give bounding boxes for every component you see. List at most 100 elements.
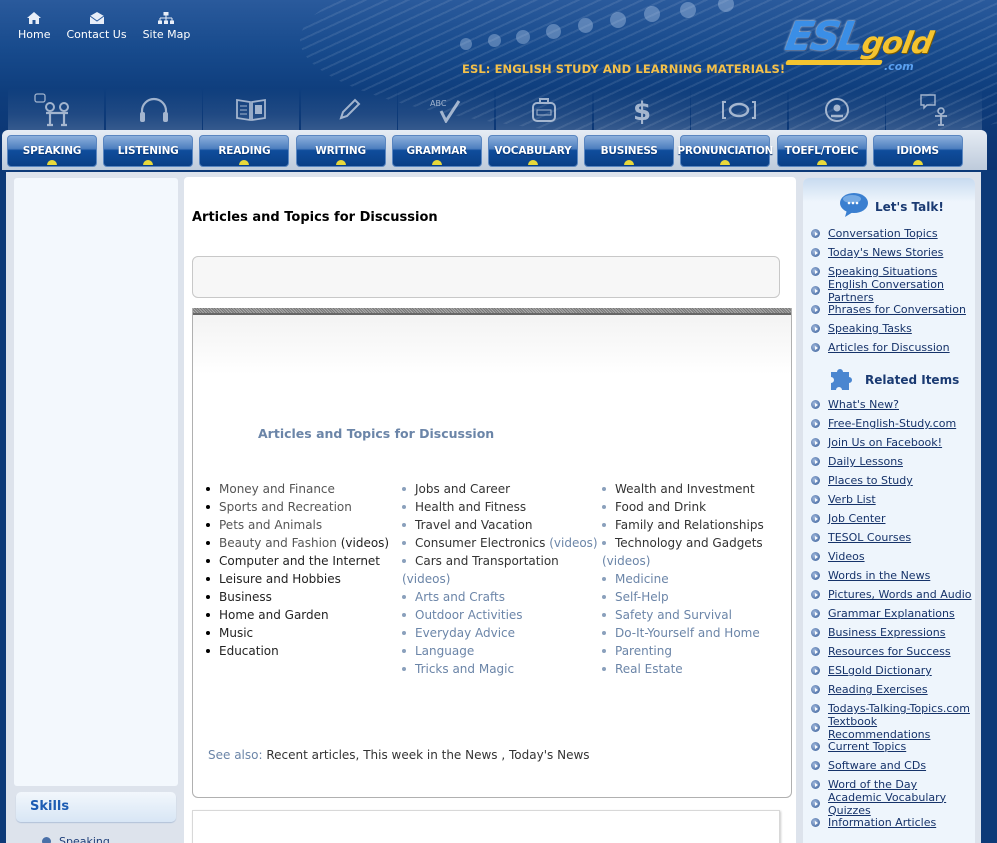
eslgold-logo[interactable]: ESL gold .com	[782, 14, 936, 76]
topic-link[interactable]: Family and Relationships	[615, 518, 764, 532]
skills-item-speaking[interactable]: Speaking	[42, 835, 110, 843]
topic-link[interactable]: Outdoor Activities	[415, 608, 523, 622]
see-also-link-this-week-news[interactable]: This week in the News	[363, 748, 501, 762]
topic-item[interactable]: Music	[206, 624, 389, 642]
nav-pronunciation[interactable]: PRONUNCIATION	[677, 135, 773, 167]
sidebar-link-item[interactable]: Words in the News	[811, 566, 975, 585]
topic-item[interactable]: Real Estate	[602, 660, 764, 678]
topic-link[interactable]: Medicine	[615, 572, 669, 586]
sidebar-link[interactable]: Articles for Discussion	[828, 341, 950, 354]
topic-link[interactable]: (videos)	[602, 554, 650, 568]
topic-link[interactable]: Do-It-Yourself and Home	[615, 626, 760, 640]
sidebar-link[interactable]: What's New?	[828, 398, 899, 411]
topic-item[interactable]: Jobs and Career	[402, 480, 598, 498]
topic-item[interactable]: Health and Fitness	[402, 498, 598, 516]
topic-item[interactable]: Computer and the Internet	[206, 552, 389, 570]
topic-item[interactable]: Do-It-Yourself and Home	[602, 624, 764, 642]
sidebar-link[interactable]: Job Center	[828, 512, 885, 525]
topic-item[interactable]: Wealth and Investment	[602, 480, 764, 498]
topic-link[interactable]: Parenting	[615, 644, 672, 658]
topic-link[interactable]: Cars and Transportation	[415, 554, 559, 568]
sidebar-link[interactable]: Current Topics	[828, 740, 906, 753]
home-link[interactable]: Home	[18, 10, 50, 41]
topic-item[interactable]: Sports and Recreation	[206, 498, 389, 516]
topic-link[interactable]: Business	[219, 590, 272, 604]
sidebar-link-item[interactable]: Videos	[811, 547, 975, 566]
topic-continuation[interactable]: (videos)	[402, 570, 598, 588]
sidebar-link[interactable]: English Conversation Partners	[828, 278, 975, 304]
nav-business[interactable]: BUSINESS	[584, 135, 675, 167]
sidebar-link[interactable]: Academic Vocabulary Quizzes	[828, 791, 975, 817]
sidebar-link-item[interactable]: English Conversation Partners	[811, 278, 975, 304]
topic-item[interactable]: Cars and Transportation	[402, 552, 598, 570]
topic-item[interactable]: Tricks and Magic	[402, 660, 598, 678]
topic-link[interactable]: Music	[219, 626, 253, 640]
topic-link[interactable]: Jobs and Career	[415, 482, 510, 496]
nav-idioms[interactable]: IDIOMS	[872, 135, 963, 167]
topic-link[interactable]: Wealth and Investment	[615, 482, 755, 496]
sidebar-link[interactable]: Software and CDs	[828, 759, 926, 772]
topic-item[interactable]: Pets and Animals	[206, 516, 389, 534]
sidebar-link-item[interactable]: TESOL Courses	[811, 528, 975, 547]
sidebar-link[interactable]: Phrases for Conversation	[828, 303, 966, 316]
sidebar-link[interactable]: Free-English-Study.com	[828, 417, 956, 430]
sidebar-link-item[interactable]: ESLgold Dictionary	[811, 661, 975, 680]
sidebar-link-item[interactable]: Grammar Explanations	[811, 604, 975, 623]
sidebar-link-item[interactable]: Places to Study	[811, 471, 975, 490]
topic-link[interactable]: Safety and Survival	[615, 608, 732, 622]
topic-link[interactable]: Computer and the Internet	[219, 554, 380, 568]
topic-link[interactable]: (videos)	[402, 572, 450, 586]
sidebar-link-item[interactable]: Software and CDs	[811, 756, 975, 775]
videos-link[interactable]: (videos)	[337, 536, 389, 550]
topic-link[interactable]: Money and Finance	[219, 482, 335, 496]
sidebar-link[interactable]: Business Expressions	[828, 626, 945, 639]
sidebar-link[interactable]: ESLgold Dictionary	[828, 664, 932, 677]
nav-reading[interactable]: READING	[199, 135, 290, 167]
topic-link[interactable]: Sports and Recreation	[219, 500, 352, 514]
sidebar-link[interactable]: Information Articles	[828, 816, 936, 829]
topic-item[interactable]: Leisure and Hobbies	[206, 570, 389, 588]
topic-item[interactable]: Language	[402, 642, 598, 660]
topic-link[interactable]: Education	[219, 644, 279, 658]
sidebar-link[interactable]: Textbook Recommendations	[828, 715, 975, 741]
site-map-link[interactable]: Site Map	[143, 10, 190, 41]
topic-item[interactable]: Parenting	[602, 642, 764, 660]
sidebar-link[interactable]: TESOL Courses	[828, 531, 911, 544]
nav-grammar[interactable]: GRAMMAR	[391, 135, 482, 167]
sidebar-link[interactable]: Videos	[828, 550, 865, 563]
topic-item[interactable]: Medicine	[602, 570, 764, 588]
nav-writing[interactable]: WRITING	[295, 135, 386, 167]
sidebar-link[interactable]: Today's News Stories	[828, 246, 943, 259]
see-also-link-recent-articles[interactable]: Recent articles	[266, 748, 355, 762]
sidebar-link[interactable]: Reading Exercises	[828, 683, 928, 696]
sidebar-link[interactable]: Conversation Topics	[828, 227, 938, 240]
sidebar-link[interactable]: Grammar Explanations	[828, 607, 955, 620]
sidebar-link[interactable]: Resources for Success	[828, 645, 951, 658]
nav-speaking[interactable]: SPEAKING	[7, 135, 97, 167]
topic-item[interactable]: Home and Garden	[206, 606, 389, 624]
topic-item[interactable]: Arts and Crafts	[402, 588, 598, 606]
nav-vocabulary[interactable]: VOCABULARY	[487, 135, 578, 167]
sidebar-link-item[interactable]: Business Expressions	[811, 623, 975, 642]
topic-item[interactable]: Outdoor Activities	[402, 606, 598, 624]
sidebar-link-item[interactable]: Pictures, Words and Audio	[811, 585, 975, 604]
sidebar-link-item[interactable]: Phrases for Conversation	[811, 300, 975, 319]
topic-link[interactable]: Self-Help	[615, 590, 669, 604]
nav-toefl-toeic[interactable]: TOEFL/TOEIC	[776, 135, 867, 167]
sidebar-link-item[interactable]: Articles for Discussion	[811, 338, 975, 357]
topic-item[interactable]: Travel and Vacation	[402, 516, 598, 534]
sidebar-link-item[interactable]: What's New?	[811, 395, 975, 414]
sidebar-link-item[interactable]: Today's News Stories	[811, 243, 975, 262]
see-also-link-todays-news[interactable]: Today's News	[509, 748, 590, 762]
sidebar-link-item[interactable]: Textbook Recommendations	[811, 715, 975, 741]
topic-link[interactable]: Health and Fitness	[415, 500, 526, 514]
videos-link[interactable]: (videos)	[545, 536, 597, 550]
topic-item[interactable]: Self-Help	[602, 588, 764, 606]
sidebar-link[interactable]: Places to Study	[828, 474, 913, 487]
topic-item[interactable]: Money and Finance	[206, 480, 389, 498]
topic-item[interactable]: Beauty and Fashion (videos)	[206, 534, 389, 552]
topic-link[interactable]: Home and Garden	[219, 608, 329, 622]
contact-us-link[interactable]: Contact Us	[66, 10, 127, 41]
sidebar-link[interactable]: Join Us on Facebook!	[828, 436, 942, 449]
topic-item[interactable]: Business	[206, 588, 389, 606]
